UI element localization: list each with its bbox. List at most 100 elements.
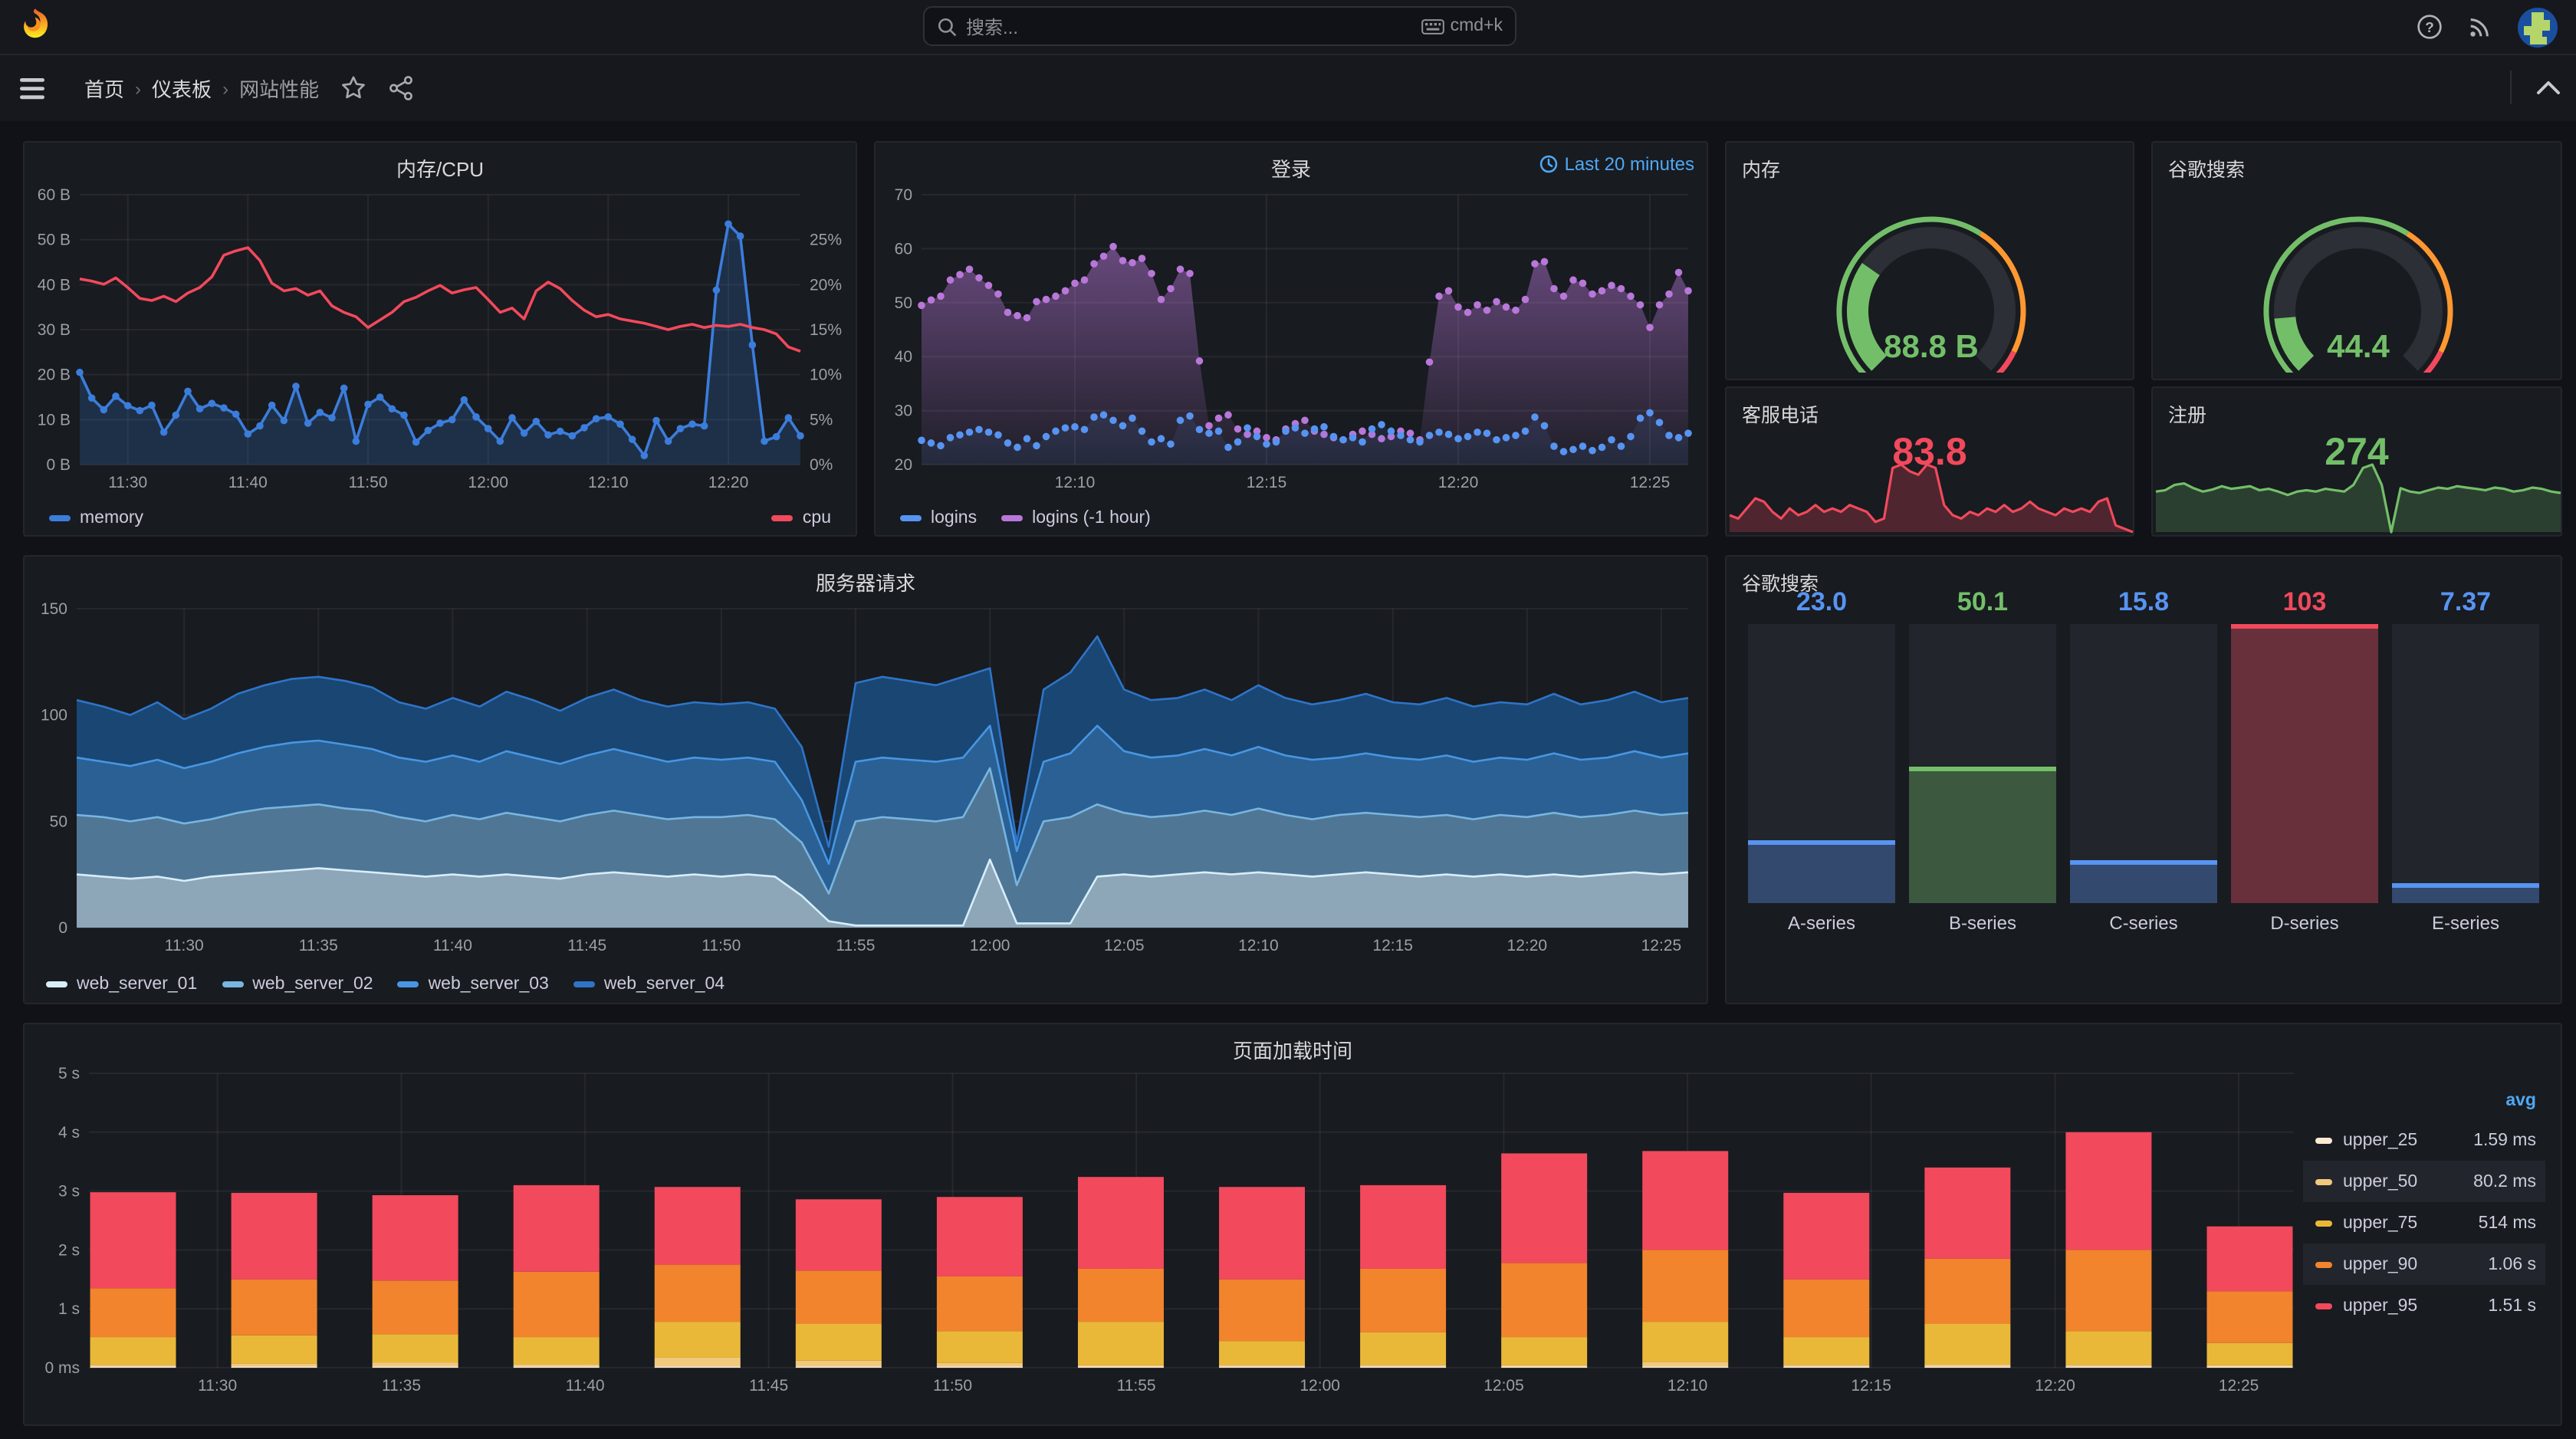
bar-gauge-value: 15.8 <box>2118 587 2169 624</box>
svg-text:11:35: 11:35 <box>299 937 338 954</box>
breadcrumb-dashboards[interactable]: 仪表板 <box>152 74 212 103</box>
bar-gauge-track <box>1909 624 2056 903</box>
top-bar: 搜索... cmd+k ? <box>0 0 2576 55</box>
svg-text:60: 60 <box>895 240 912 258</box>
legend-item[interactable]: logins <box>900 509 977 527</box>
panel-logins: 登录 Last 20 minutes 20304050607012:1012:1… <box>874 141 1708 537</box>
mem-cpu-chart[interactable]: 0 B0%10 B5%20 B10%30 B15%40 B20%50 B25%6… <box>25 182 859 501</box>
bar-gauge-track <box>2392 624 2539 903</box>
panel-server-requests: 服务器请求 05010015011:3011:3511:4011:4511:50… <box>23 555 1708 1004</box>
legend-swatch <box>900 515 922 521</box>
bar-gauge-fill <box>1909 767 2056 903</box>
menu-hamburger-icon[interactable] <box>20 77 44 99</box>
svg-text:11:55: 11:55 <box>836 937 875 954</box>
bar-gauge-column: 7.37E-series <box>2392 587 2539 987</box>
svg-text:12:15: 12:15 <box>1851 1377 1891 1395</box>
panel-title[interactable]: 页面加载时间 <box>25 1035 2561 1064</box>
bar-gauge-cap <box>1909 767 2056 771</box>
legend-item[interactable]: upper_901.06 s <box>2303 1244 2545 1285</box>
legend-avg-value: 514 ms <box>2479 1214 2536 1232</box>
panel-timerange[interactable]: Last 20 minutes <box>1540 153 1694 175</box>
svg-text:20: 20 <box>895 456 912 474</box>
svg-text:60 B: 60 B <box>38 186 71 204</box>
legend-item[interactable]: memory <box>49 509 143 527</box>
bar-gauge-category: C-series <box>2109 912 2177 934</box>
svg-text:5%: 5% <box>810 411 833 429</box>
bar-gauge-track <box>1748 624 1895 903</box>
breadcrumb-home[interactable]: 首页 <box>84 74 124 103</box>
breadcrumb-separator: › <box>135 77 141 99</box>
legend-item[interactable]: upper_251.59 ms <box>2303 1119 2545 1161</box>
logins-chart[interactable]: 20304050607012:1012:1512:2012:25 <box>876 182 1710 501</box>
legend-label: web_server_01 <box>77 975 197 994</box>
search-placeholder: 搜索... <box>966 13 1421 39</box>
bar-gauge-column: 103D-series <box>2231 587 2378 987</box>
legend-label: web_server_02 <box>252 975 373 994</box>
svg-text:12:15: 12:15 <box>1372 937 1413 954</box>
legend-item[interactable]: cpu <box>772 509 831 527</box>
legend-item[interactable]: upper_75514 ms <box>2303 1202 2545 1244</box>
legend-label: web_server_04 <box>604 975 724 994</box>
legend-label: upper_75 <box>2343 1214 2479 1232</box>
bar-gauge-track <box>2070 624 2217 903</box>
panel-title[interactable]: 内存/CPU <box>25 153 856 182</box>
breadcrumb-current: 网站性能 <box>239 74 319 103</box>
search-input[interactable]: 搜索... cmd+k <box>923 6 1516 46</box>
legend-item[interactable]: upper_5080.2 ms <box>2303 1161 2545 1202</box>
star-icon[interactable] <box>340 75 366 101</box>
svg-text:11:50: 11:50 <box>349 474 388 491</box>
share-icon[interactable] <box>388 75 414 101</box>
svg-text:12:00: 12:00 <box>1300 1377 1340 1395</box>
svg-text:20%: 20% <box>810 276 842 294</box>
legend-label: upper_50 <box>2343 1172 2473 1191</box>
grafana-logo-icon[interactable] <box>15 6 55 46</box>
legend-item[interactable]: web_server_01 <box>46 975 197 994</box>
help-icon[interactable]: ? <box>2417 14 2443 40</box>
panel-title[interactable]: 服务器请求 <box>25 567 1707 596</box>
legend-item[interactable]: web_server_04 <box>573 975 724 994</box>
bar-gauge-value: 7.37 <box>2440 587 2491 624</box>
keyboard-icon <box>1421 18 1444 34</box>
bar-gauge-column: 15.8 C-series <box>2070 587 2217 987</box>
svg-text:3 s: 3 s <box>58 1183 80 1201</box>
legend-item[interactable]: upper_951.51 s <box>2303 1285 2545 1326</box>
legend-item[interactable]: web_server_03 <box>398 975 549 994</box>
bar-gauge-fill <box>2231 624 2378 903</box>
legend-label: upper_25 <box>2343 1131 2473 1149</box>
panel-signups-stat: 注册 274 <box>2151 386 2562 537</box>
svg-text:4 s: 4 s <box>58 1124 80 1142</box>
svg-text:25%: 25% <box>810 232 842 249</box>
svg-text:12:25: 12:25 <box>2219 1377 2259 1395</box>
svg-text:20 B: 20 B <box>38 366 71 384</box>
pageload-chart[interactable]: 0 ms1 s2 s3 s4 s5 s11:3011:3511:4011:451… <box>25 1061 2306 1408</box>
legend-item[interactable]: web_server_02 <box>222 975 373 994</box>
clock-icon <box>1540 155 1559 173</box>
svg-text:12:10: 12:10 <box>1668 1377 1708 1395</box>
panel-memory-gauge: 内存 88.8 B <box>1725 141 2134 380</box>
svg-text:11:55: 11:55 <box>1117 1377 1156 1395</box>
svg-text:0%: 0% <box>810 456 833 474</box>
svg-text:50 B: 50 B <box>38 232 71 249</box>
bar-gauge-category: B-series <box>1949 912 2016 934</box>
svg-text:11:40: 11:40 <box>433 937 472 954</box>
svg-text:70: 70 <box>895 186 912 204</box>
nav-bar: 首页 › 仪表板 › 网站性能 <box>0 55 2576 121</box>
legend-swatch <box>398 981 419 987</box>
chevron-up-icon[interactable] <box>2536 80 2561 95</box>
bar-gauge-cap <box>2231 624 2378 629</box>
news-rss-icon[interactable] <box>2467 14 2493 40</box>
svg-text:12:05: 12:05 <box>1104 937 1145 954</box>
legend-label: memory <box>80 509 143 527</box>
svg-text:12:15: 12:15 <box>1247 474 1287 491</box>
svg-text:88.8 B: 88.8 B <box>1884 328 1979 364</box>
legend-item[interactable]: logins (-1 hour) <box>1001 509 1151 527</box>
google-search-gauge: 44.4 <box>2153 176 2564 373</box>
svg-text:30 B: 30 B <box>38 321 71 339</box>
server-requests-chart[interactable]: 05010015011:3011:3511:4011:4511:5011:551… <box>25 596 1710 968</box>
user-avatar[interactable] <box>2518 7 2558 47</box>
svg-text:11:35: 11:35 <box>382 1377 421 1395</box>
legend-swatch <box>573 981 595 987</box>
svg-text:11:30: 11:30 <box>165 937 204 954</box>
svg-text:40: 40 <box>895 348 912 366</box>
svg-text:12:10: 12:10 <box>588 474 629 491</box>
